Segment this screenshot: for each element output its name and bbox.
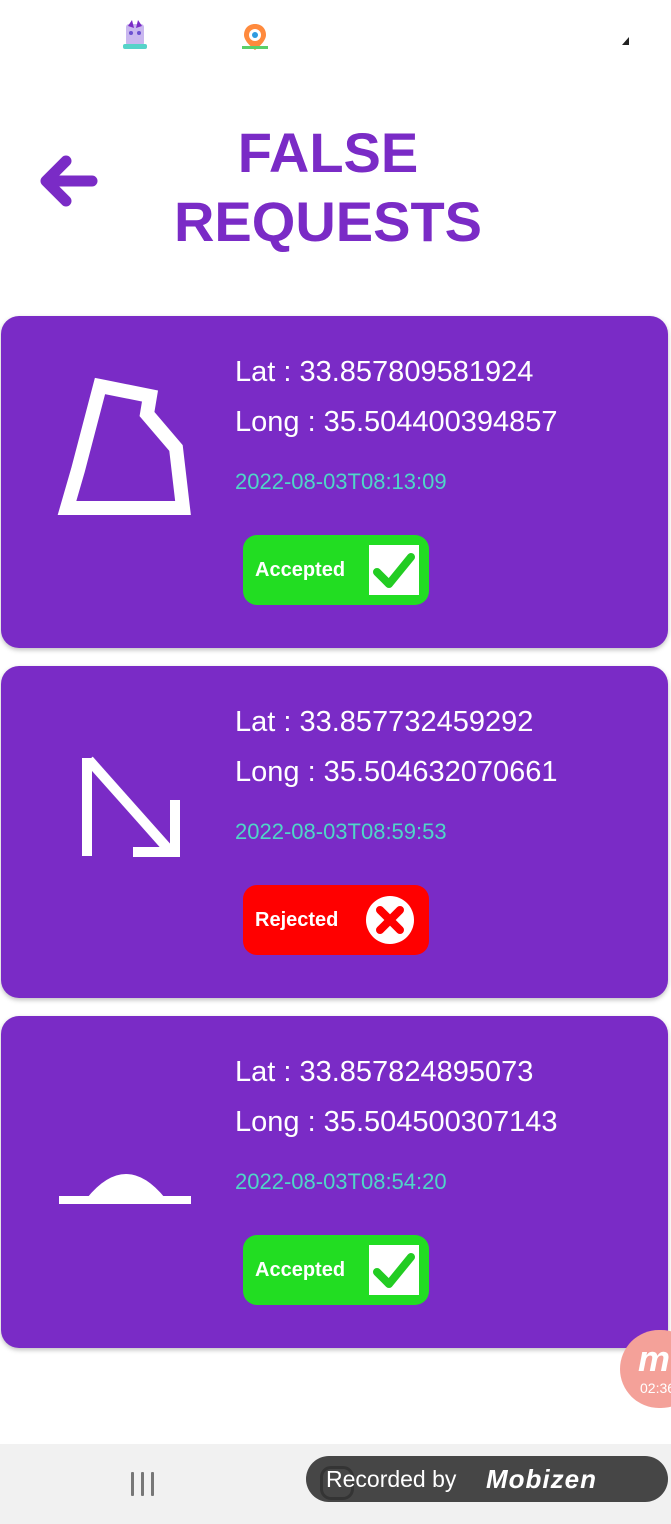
- checkmark-icon: [369, 545, 419, 595]
- status-bar: [0, 0, 671, 70]
- longitude-text: Long : 35.504632070661: [235, 756, 558, 788]
- longitude-text: Long : 35.504400394857: [235, 406, 558, 438]
- watermark-label: Recorded by: [326, 1466, 457, 1492]
- request-timestamp: 2022-08-03T08:13:09: [235, 469, 447, 494]
- status-label: Accepted: [255, 559, 346, 581]
- request-timestamp: 2022-08-03T08:54:20: [235, 1169, 447, 1194]
- longitude-text: Long : 35.504500307143: [235, 1106, 558, 1138]
- pothole-icon: [57, 377, 191, 515]
- recent-apps-button[interactable]: [126, 1470, 162, 1498]
- speed-bump-icon: [59, 1174, 191, 1204]
- checkmark-icon: [369, 1245, 419, 1295]
- app-notification-icon: [123, 20, 147, 49]
- page-title-line1: FALSE: [237, 121, 419, 184]
- close-circle-icon: [366, 896, 414, 944]
- request-card[interactable]: Lat : 33.857824895073 Long : 35.50450030…: [1, 1016, 668, 1348]
- recorder-timer: 02:36: [640, 1380, 671, 1396]
- recorder-logo-letter: m: [638, 1338, 671, 1379]
- request-card[interactable]: Lat : 33.857732459292 Long : 35.50463207…: [1, 666, 668, 998]
- signal-icon: [622, 37, 629, 45]
- watermark-brand-logo: Mobizen: [486, 1464, 597, 1494]
- request-timestamp: 2022-08-03T08:59:53: [235, 819, 447, 844]
- recorder-watermark: Recorded by Mobizen: [306, 1456, 668, 1502]
- arrow-down-right-icon: [82, 756, 180, 857]
- request-card[interactable]: Lat : 33.857809581924 Long : 35.50440039…: [1, 316, 668, 648]
- rejected-status-button[interactable]: Rejected: [243, 885, 429, 955]
- accepted-status-button[interactable]: Accepted: [243, 535, 429, 605]
- latitude-text: Lat : 33.857732459292: [235, 706, 534, 738]
- false-requests-screen: FALSE REQUESTS Lat : 33.857809581924 Lon…: [0, 0, 671, 1524]
- latitude-text: Lat : 33.857809581924: [235, 356, 534, 388]
- status-label: Accepted: [255, 1259, 346, 1281]
- location-app-icon: [242, 24, 268, 50]
- accepted-status-button[interactable]: Accepted: [243, 1235, 429, 1305]
- page-title-line2: REQUESTS: [173, 190, 483, 253]
- page-title: FALSE REQUESTS: [150, 118, 506, 256]
- status-label: Rejected: [255, 909, 339, 931]
- back-arrow-icon[interactable]: [36, 148, 98, 214]
- latitude-text: Lat : 33.857824895073: [235, 1056, 534, 1088]
